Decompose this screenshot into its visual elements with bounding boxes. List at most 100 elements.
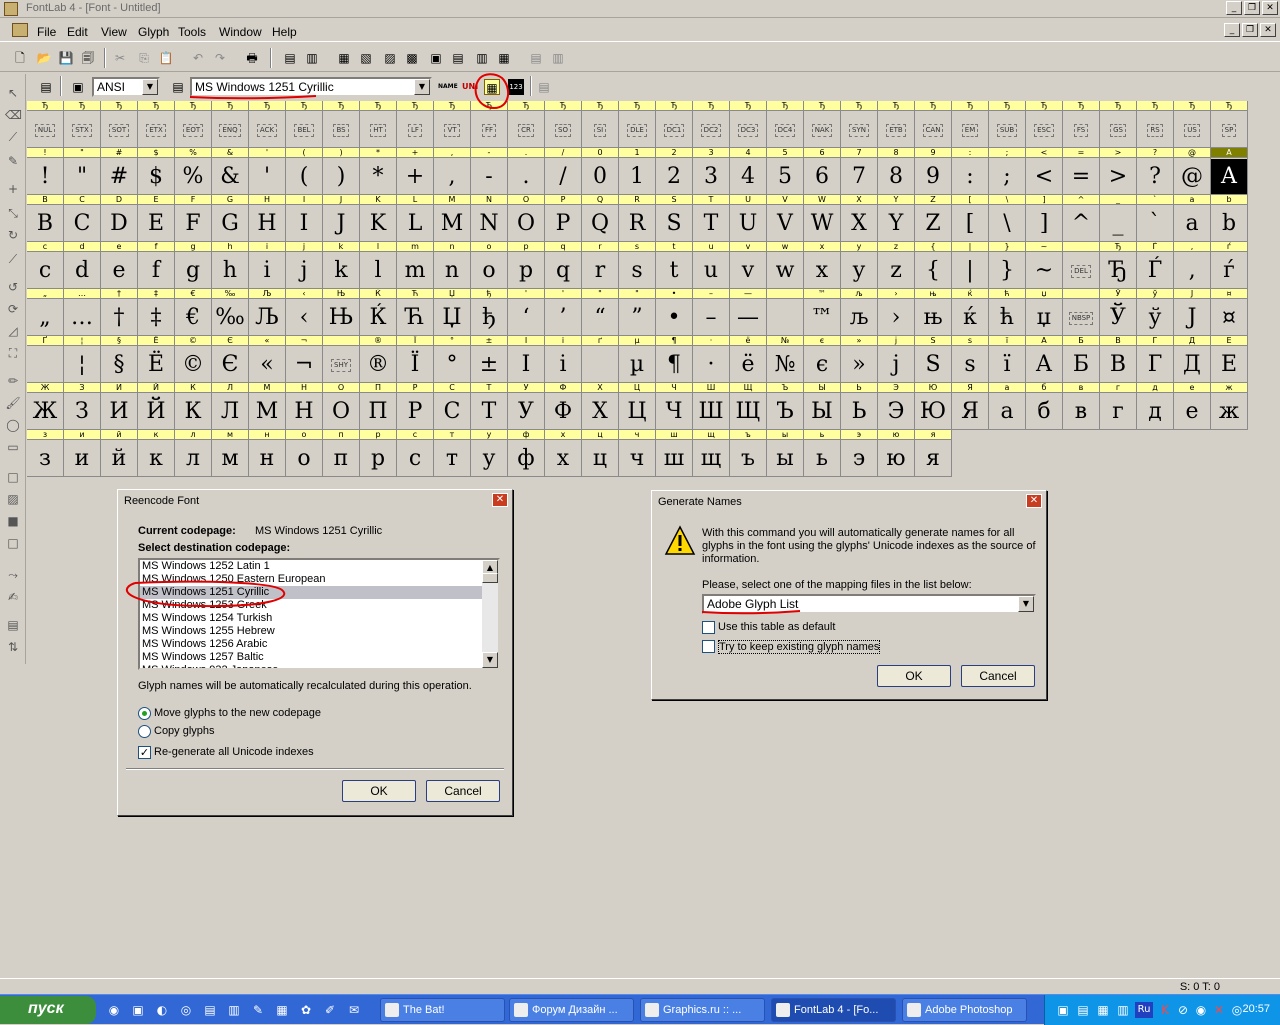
glyph-cell[interactable]: ~ ~ [1026, 242, 1063, 289]
glyph-cell[interactable]: Ђ ETX [138, 101, 175, 148]
print-icon[interactable]: 🖶 [244, 50, 260, 66]
glyph-cell[interactable]: ll [360, 242, 397, 289]
glyph-cell[interactable]: ќќ [952, 289, 989, 336]
glyph-cell[interactable]: ЄЄ [212, 336, 249, 383]
glyph-cell[interactable]: ЏЏ [434, 289, 471, 336]
quicklaunch-browser-icon[interactable]: ◎ [178, 1002, 194, 1018]
menu-help[interactable]: Help [272, 25, 297, 39]
glyph-cell[interactable]: Ђ DC3 [730, 101, 767, 148]
glyph-cell[interactable]: ЮЮ [915, 383, 952, 430]
collection2-icon[interactable]: ▥ [550, 50, 566, 66]
mask-tool-icon[interactable]: ▨ [5, 492, 21, 508]
quicklaunch-edit-icon[interactable]: ✎ [250, 1002, 266, 1018]
glyph-cell[interactable]: Ђ US [1174, 101, 1211, 148]
glyph-cell[interactable]: 55 [767, 148, 804, 195]
glyph-cell[interactable]: ЎЎ [1100, 289, 1137, 336]
quicklaunch-tool-icon[interactable]: ▥ [226, 1002, 242, 1018]
glyph-cell[interactable]: ЧЧ [656, 383, 693, 430]
glyph-cell[interactable]: ХХ [582, 383, 619, 430]
quicklaunch-desktop-icon[interactable]: ▣ [130, 1002, 146, 1018]
glyph-cell[interactable]: ЙЙ [138, 383, 175, 430]
glyph-cell[interactable]: Ђ DC2 [693, 101, 730, 148]
tray-display-icon[interactable]: ▤ [1075, 1002, 1091, 1018]
glyph-cell[interactable]: § § [101, 336, 138, 383]
layers-icon[interactable]: ▤ [5, 618, 21, 634]
undo-tool-icon[interactable]: ↺ [5, 280, 21, 296]
glyph-cell[interactable]: $ $ [138, 148, 175, 195]
glyph-cell[interactable]: AA [1211, 148, 1248, 195]
glyph-cell[interactable]: uu [693, 242, 730, 289]
glyph-cell[interactable]: љљ [841, 289, 878, 336]
quicklaunch-paint-icon[interactable]: ▦ [274, 1002, 290, 1018]
glyph-cell[interactable]: qq [545, 242, 582, 289]
glyph-cell[interactable]: ЦЦ [619, 383, 656, 430]
glyph-cell[interactable]: • • [656, 289, 693, 336]
glyph-cell[interactable]: »» [841, 336, 878, 383]
glyph-cell[interactable]: ММ [249, 383, 286, 430]
measure-tool-icon[interactable]: ◿ [5, 324, 21, 340]
glyph-cell[interactable]: 33 [693, 148, 730, 195]
glyph-cell[interactable]: dd [64, 242, 101, 289]
codepage-list-item[interactable]: MS Windows 1256 Arabic [140, 638, 498, 651]
pencil-tool-icon[interactable]: ✏ [5, 374, 21, 390]
glyph-cell[interactable]: № № [767, 336, 804, 383]
glyph-cell[interactable]: )) [323, 148, 360, 195]
start-button[interactable]: пуск [0, 996, 96, 1024]
unicode-mode-icon[interactable]: UNI [462, 79, 478, 95]
kerning-icon[interactable]: ▥ [304, 50, 320, 66]
glyph-cell[interactable]: gg [175, 242, 212, 289]
glyph-cell[interactable]: Ђ NUL [27, 101, 64, 148]
glyph-cell[interactable]: hh [212, 242, 249, 289]
glyph-cell[interactable]: Ђ DLE [619, 101, 656, 148]
glyph-cell[interactable]: цц [582, 430, 619, 477]
undo-icon[interactable]: ↶ [190, 50, 206, 66]
glyph-cell[interactable]: СС [434, 383, 471, 430]
generate-ok-button[interactable]: OK [877, 665, 951, 687]
glyph-cell[interactable]: cc [27, 242, 64, 289]
glyph-cell[interactable]: "” [619, 289, 656, 336]
preview-icon[interactable]: ▥ [474, 50, 490, 66]
glyph-cell[interactable]: ЩЩ [730, 383, 767, 430]
glyph-cell[interactable]: йй [101, 430, 138, 477]
redo-icon[interactable]: ↷ [212, 50, 228, 66]
knife-tool-icon[interactable]: ⟋ [5, 130, 21, 146]
glyph-cell[interactable]: ЃЃ [1137, 242, 1174, 289]
tray-sound-icon[interactable]: ◉ [1193, 1002, 1209, 1018]
chevron-down-icon[interactable]: ▼ [142, 79, 158, 95]
glyph-cell[interactable]: † † [101, 289, 138, 336]
glyph-cell[interactable]: SS [656, 195, 693, 242]
glyph-cell[interactable]: ЕЕ [1211, 336, 1248, 383]
glyph-cell[interactable]: щщ [693, 430, 730, 477]
minimize-button[interactable]: _ [1226, 1, 1242, 15]
glyph-cell[interactable]: ОО [323, 383, 360, 430]
glyph-cell[interactable]: € € [175, 289, 212, 336]
task-the-bat[interactable]: The Bat! [380, 998, 505, 1022]
quicklaunch-mail-icon[interactable]: ✉ [346, 1002, 362, 1018]
glyph-cell[interactable]: ШШ [693, 383, 730, 430]
codepage-list-item[interactable]: MS Windows 1253 Greek [140, 599, 498, 612]
reencode-cancel-button[interactable]: Cancel [426, 780, 500, 802]
glyph-cell[interactable]: @ @ [1174, 148, 1211, 195]
glyph-cell[interactable]: RR [619, 195, 656, 242]
glyph-cell[interactable]: ™ ™ [804, 289, 841, 336]
glyph-cell[interactable]: чч [619, 430, 656, 477]
glyph-cell[interactable]: НН [286, 383, 323, 430]
pointer-tool-icon[interactable]: ↖ [5, 86, 21, 102]
glyph-cell[interactable]: ° ° [434, 336, 471, 383]
glyph-cell[interactable]: 77 [841, 148, 878, 195]
close-icon[interactable]: ✕ [492, 493, 508, 507]
close-icon[interactable]: ✕ [1026, 494, 1042, 508]
open-icon[interactable]: 📂 [36, 50, 52, 66]
glyph-cell[interactable]: ЂЂ [1100, 242, 1137, 289]
glyph-cell[interactable]: ` ` [1137, 195, 1174, 242]
menu-file[interactable]: File [37, 25, 56, 39]
glyph-cell[interactable]: її [989, 336, 1026, 383]
glyph-cell[interactable]: — — [730, 289, 767, 336]
paste-icon[interactable]: 📋 [158, 50, 174, 66]
glyph-cell[interactable]: фф [508, 430, 545, 477]
glyph-cell[interactable]: ЗЗ [64, 383, 101, 430]
glyph-cell[interactable]: «« [249, 336, 286, 383]
glyph-cell[interactable]: …… [64, 289, 101, 336]
grid-view-icon[interactable]: □ [5, 536, 21, 552]
ot-icon[interactable]: ▩ [404, 50, 420, 66]
